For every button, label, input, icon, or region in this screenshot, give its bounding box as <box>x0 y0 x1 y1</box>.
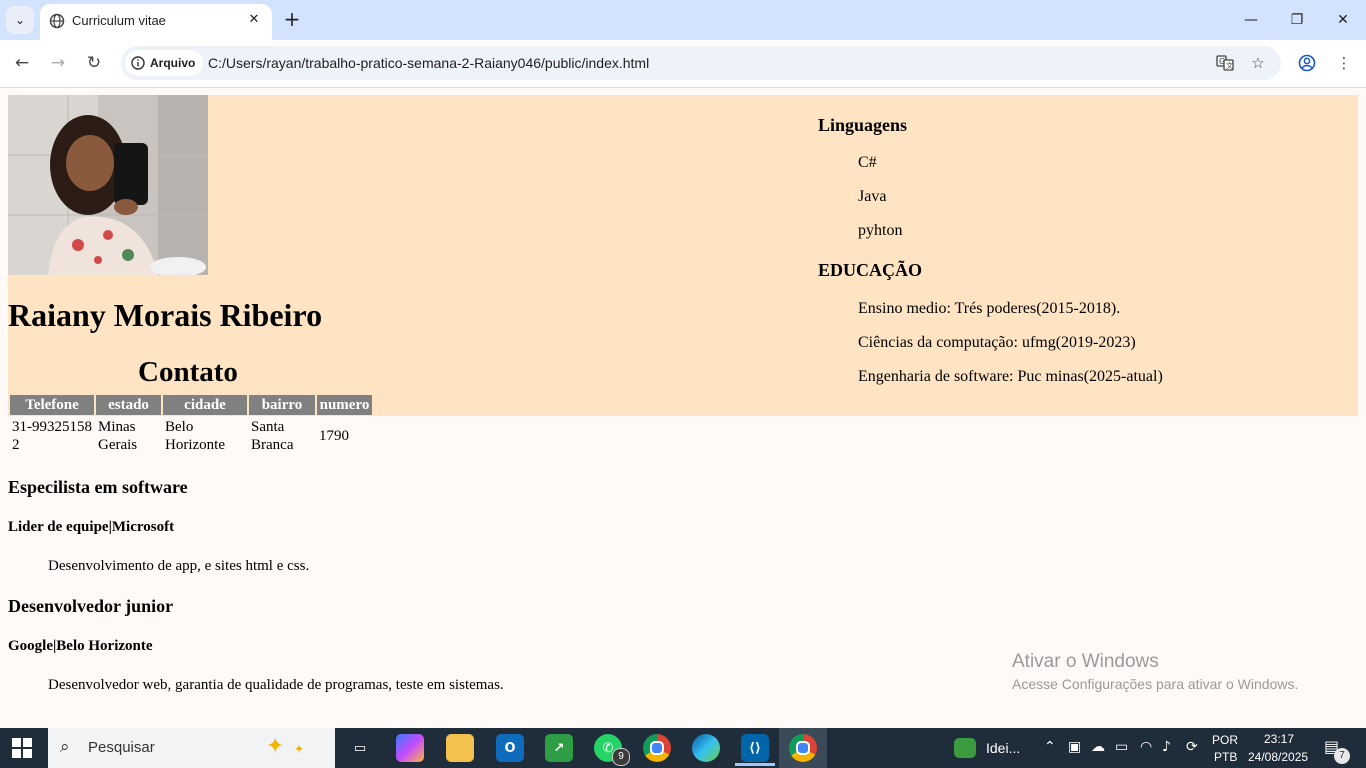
whatsapp-badge: 9 <box>612 748 630 766</box>
chevron-up-icon[interactable]: ⌃ <box>1044 739 1056 755</box>
sparkle-small-icon: ✦ <box>294 742 305 756</box>
table-row: 31-993251582 Minas Gerais Belo Horizonte… <box>10 417 372 455</box>
contact-table: Telefone estado cidade bairro numero 31-… <box>8 393 374 457</box>
widget-label[interactable]: Idei... <box>986 740 1020 756</box>
column-header: cidade <box>163 395 247 415</box>
file-explorer-icon[interactable] <box>446 734 474 762</box>
outlook-icon[interactable]: O <box>496 734 524 762</box>
clock-time[interactable]: 23:17 <box>1264 732 1294 746</box>
translate-icon[interactable]: G文 <box>1213 51 1237 75</box>
url-text[interactable]: C:/Users/rayan/trabalho-pratico-semana-2… <box>208 55 649 71</box>
back-arrow-icon[interactable]: ← <box>8 50 36 76</box>
column-header: numero <box>317 395 372 415</box>
experience-company: Lider de equipe|Microsoft <box>8 519 175 535</box>
address-bar[interactable]: Arquivo C:/Users/rayan/trabalho-pratico-… <box>121 46 1281 80</box>
tab-strip: ⌄ Curriculum vitae ✕ + — ❐ ✕ <box>0 0 1366 40</box>
experience-title: Desenvolvedor junior <box>8 596 174 616</box>
globe-icon <box>49 13 65 29</box>
battery-icon[interactable]: ▭ <box>1115 739 1128 755</box>
restore-icon[interactable]: ❐ <box>1274 0 1320 40</box>
chrome-icon[interactable] <box>643 734 671 762</box>
language-indicator-top[interactable]: POR <box>1212 733 1238 747</box>
task-view-icon[interactable]: ▭ <box>346 734 374 762</box>
language-item: Java <box>858 188 887 205</box>
tab-list-icon[interactable]: ⌄ <box>6 6 34 34</box>
neighborhood-cell: Santa Branca <box>251 419 294 453</box>
profile-icon[interactable] <box>1295 51 1319 75</box>
reload-icon[interactable]: ↻ <box>80 50 108 76</box>
language-indicator-bottom[interactable]: PTB <box>1214 750 1237 764</box>
clock-date[interactable]: 24/08/2025 <box>1248 750 1308 764</box>
search-placeholder: Pesquisar <box>88 739 155 756</box>
active-tab[interactable]: Curriculum vitae ✕ <box>40 4 272 40</box>
languages-heading: Linguagens <box>818 115 908 135</box>
new-tab-button[interactable]: + <box>280 8 304 32</box>
edge-icon[interactable] <box>692 734 720 762</box>
menu-dots-icon[interactable]: ⋮ <box>1332 51 1356 75</box>
chrome-active-icon[interactable] <box>789 734 817 762</box>
cloud-icon[interactable]: ☁ <box>1091 739 1105 755</box>
vscode-open-indicator <box>735 763 775 766</box>
phone-cell: 31-993251582 <box>12 419 92 453</box>
city-cell: Belo Horizonte <box>165 419 225 453</box>
volume-icon[interactable]: ♪ <box>1162 739 1171 755</box>
windows-start-icon[interactable] <box>12 738 32 758</box>
language-item: C# <box>858 154 877 171</box>
forward-arrow-icon[interactable]: → <box>44 50 72 76</box>
taskbar: ⌕ Pesquisar ✦ ✦ ▭ O ↗ ✆ 9 ⟨⟩ Idei... ⌃ ▣… <box>0 728 1366 768</box>
column-header: bairro <box>249 395 315 415</box>
state-cell: Minas Gerais <box>98 419 138 453</box>
profile-photo <box>8 95 208 275</box>
page-title: Raiany Morais Ribeiro <box>8 297 323 333</box>
site-info-chip[interactable]: Arquivo <box>125 50 204 76</box>
education-heading: EDUCAÇÃO <box>818 260 923 280</box>
search-icon: ⌕ <box>60 737 70 757</box>
stocks-icon[interactable]: ↗ <box>545 734 573 762</box>
notification-count: 7 <box>1334 748 1350 764</box>
browser-toolbar: ← → ↻ Arquivo C:/Users/rayan/trabalho-pr… <box>0 40 1366 88</box>
star-icon[interactable]: ☆ <box>1246 51 1270 75</box>
education-item: Ciências da computação: ufmg(2019-2023) <box>858 334 1136 351</box>
experience-title: Especilista em software <box>8 477 188 497</box>
info-icon <box>131 56 145 70</box>
sparkle-icon: ✦ <box>266 734 285 759</box>
tab-title: Curriculum vitae <box>72 13 166 28</box>
column-header: Telefone <box>10 395 94 415</box>
meet-icon[interactable]: ▣ <box>1068 739 1081 755</box>
close-window-icon[interactable]: ✕ <box>1320 0 1366 40</box>
widget-icon[interactable] <box>954 738 976 758</box>
number-cell: 1790 <box>319 428 349 444</box>
contact-heading: Contato <box>138 356 238 388</box>
sync-icon[interactable]: ⟳ <box>1186 739 1198 755</box>
security-chip-label: Arquivo <box>150 56 196 70</box>
copilot-icon[interactable] <box>396 734 424 762</box>
language-item: pyhton <box>858 222 903 239</box>
experience-company: Google|Belo Horizonte <box>8 638 153 654</box>
column-header: estado <box>96 395 161 415</box>
education-item: Ensino medio: Trés poderes(2015-2018). <box>858 300 1121 317</box>
svg-text:文: 文 <box>1226 61 1233 70</box>
taskbar-search[interactable]: ⌕ Pesquisar ✦ ✦ <box>48 728 335 768</box>
contact-table-header-row: Telefone estado cidade bairro numero <box>10 395 372 415</box>
wifi-icon[interactable]: ◠ <box>1140 739 1152 755</box>
activation-watermark-title: Ativar o Windows <box>1012 651 1159 672</box>
minimize-icon[interactable]: — <box>1228 0 1274 40</box>
close-tab-icon[interactable]: ✕ <box>244 10 264 30</box>
vscode-icon[interactable]: ⟨⟩ <box>741 734 769 762</box>
experience-description: Desenvolvimento de app, e sites html e c… <box>48 558 310 574</box>
activation-watermark-subtitle: Acesse Configurações para ativar o Windo… <box>1012 676 1299 692</box>
experience-description: Desenvolvedor web, garantia de qualidade… <box>48 677 504 693</box>
education-item: Engenharia de software: Puc minas(2025-a… <box>858 368 1163 385</box>
